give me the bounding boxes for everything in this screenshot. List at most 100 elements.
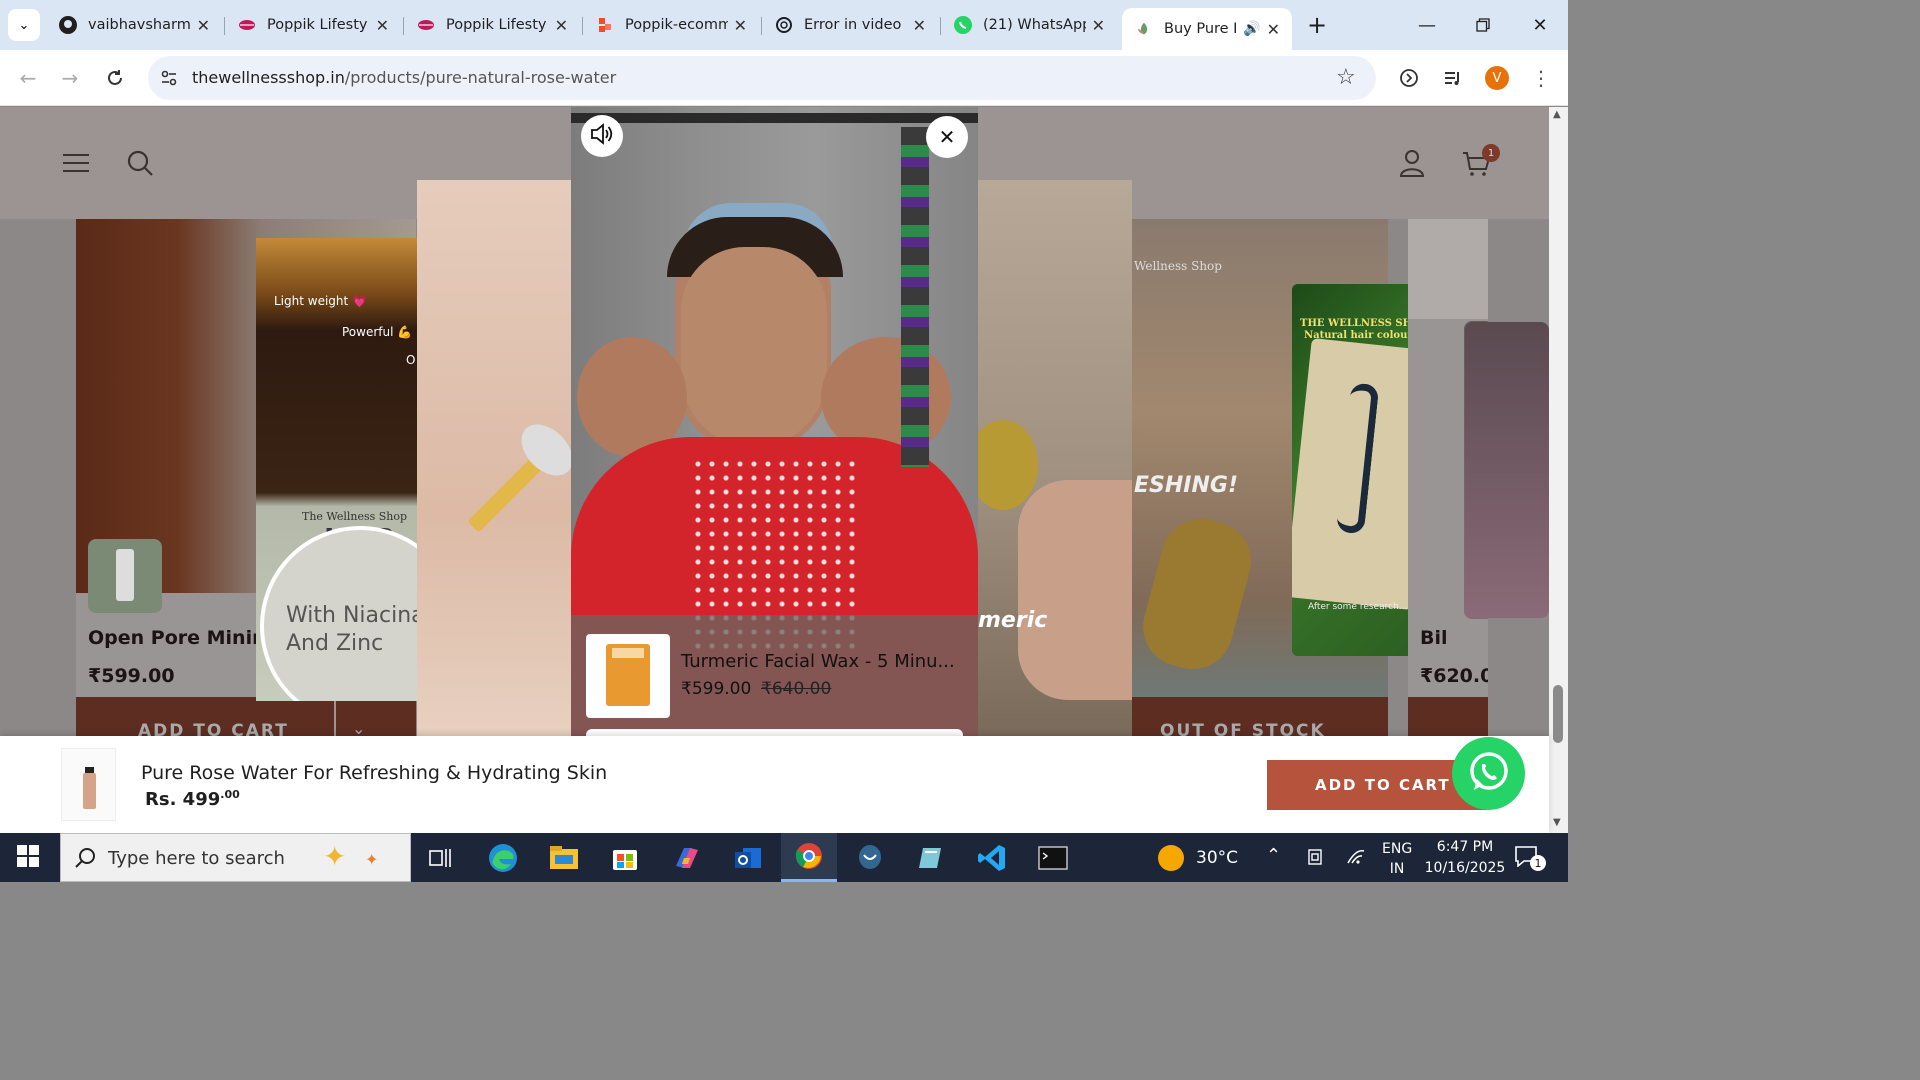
new-tab-button[interactable]: +: [1302, 10, 1332, 40]
forward-button[interactable]: →: [56, 64, 84, 92]
modal-product-title[interactable]: Turmeric Facial Wax - 5 Minu...: [681, 651, 955, 672]
vscode-icon[interactable]: [964, 833, 1020, 882]
close-icon[interactable]: ✕: [913, 16, 926, 35]
page-scrollbar[interactable]: ▲ ▼: [1549, 107, 1568, 833]
chrome-icon[interactable]: [781, 833, 837, 882]
curtain-rod: [571, 113, 978, 123]
search-icon[interactable]: [126, 149, 154, 181]
add-to-cart-button[interactable]: ADD TO CART: [76, 697, 334, 736]
chevron-down-icon: ⌄: [18, 17, 30, 33]
weather-widget[interactable]: 30°C: [1158, 843, 1238, 873]
outlook-icon[interactable]: [720, 833, 776, 882]
sticky-product-price: Rs. 499.00: [145, 788, 240, 810]
overlay-text: Light weight 💗: [274, 294, 367, 308]
cart-count-badge: 1: [1482, 144, 1500, 162]
task-view-icon[interactable]: [412, 833, 468, 882]
modal-product-price: ₹599.00: [681, 679, 752, 699]
region-code: IN: [1389, 861, 1405, 877]
notes-app-icon[interactable]: [903, 833, 959, 882]
modal-compare-price: ₹640.00: [761, 679, 832, 699]
whatsapp-chat-button[interactable]: [1452, 737, 1525, 810]
close-icon[interactable]: ✕: [555, 16, 568, 35]
scrollbar-thumb[interactable]: [1553, 685, 1563, 743]
tab-poppik-ecomm[interactable]: Poppik-ecomm ✕: [583, 8, 759, 42]
wifi-icon[interactable]: [1346, 847, 1366, 869]
mute-button[interactable]: [581, 115, 623, 157]
browser-tab-strip: ⌄ vaibhavsharm ✕ Poppik Lifesty ✕ Poppik…: [0, 0, 1568, 50]
speaker-icon[interactable]: 🔊: [1243, 21, 1260, 37]
device-icon[interactable]: [1306, 848, 1324, 870]
extension-icon[interactable]: [1395, 64, 1423, 92]
video-card[interactable]: meric: [978, 180, 1132, 736]
close-icon[interactable]: ✕: [734, 16, 747, 35]
site-info-icon[interactable]: [160, 69, 178, 91]
video-card[interactable]: Light weight 💗 Powerful 💪 O The Wellness…: [256, 238, 418, 701]
taskbar-search-box[interactable]: Type here to search ✦ ✦: [60, 833, 411, 882]
close-icon[interactable]: ✕: [1267, 20, 1280, 39]
url-domain: thewellnessshop.in: [192, 68, 345, 87]
sticky-product-title: Pure Rose Water For Refreshing & Hydrati…: [141, 762, 608, 784]
file-explorer-icon[interactable]: [536, 833, 592, 882]
scroll-down-arrow-icon[interactable]: ▼: [1553, 817, 1561, 828]
leaf-icon: [1134, 19, 1154, 39]
modal-cta-button[interactable]: [586, 729, 963, 736]
scroll-up-arrow-icon[interactable]: ▲: [1553, 109, 1561, 120]
media-control-icon[interactable]: [1439, 64, 1467, 92]
product-image: [1408, 219, 1488, 319]
add-to-cart-button[interactable]: [1408, 697, 1488, 736]
restore-button[interactable]: [1463, 10, 1503, 40]
tab-poppik-2[interactable]: Poppik Lifesty ✕: [404, 8, 580, 42]
back-button[interactable]: ←: [14, 64, 42, 92]
product-thumbnail: [61, 748, 116, 821]
video-card[interactable]: [1465, 322, 1549, 618]
product-price: ₹599.00: [88, 665, 175, 687]
edge-icon[interactable]: [475, 833, 531, 882]
notification-center-button[interactable]: 1: [1514, 845, 1546, 871]
web-page: 1 Open Pore Minimis ₹599.00 ADD TO CART …: [0, 107, 1549, 736]
show-hidden-icons-chevron-icon[interactable]: ⌃: [1266, 845, 1281, 866]
tab-chatgpt[interactable]: Error in video ✕: [762, 8, 938, 42]
whatsapp-icon: [1466, 749, 1512, 799]
url-text: thewellnessshop.in/products/pure-natural…: [192, 68, 616, 87]
tab-whatsapp[interactable]: (21) WhatsApp ✕: [941, 8, 1117, 42]
hamburger-menu-icon[interactable]: [62, 151, 90, 179]
profile-avatar[interactable]: V: [1485, 66, 1509, 90]
postgres-icon[interactable]: [842, 833, 898, 882]
tab-poppik-1[interactable]: Poppik Lifesty ✕: [225, 8, 401, 42]
address-bar[interactable]: thewellnessshop.in/products/pure-natural…: [148, 56, 1376, 100]
close-icon[interactable]: ✕: [376, 16, 389, 35]
start-button[interactable]: [0, 833, 56, 882]
close-window-button[interactable]: ✕: [1520, 10, 1560, 40]
lips-icon: [237, 15, 257, 35]
video-card[interactable]: [417, 180, 573, 736]
language-code: ENG: [1382, 841, 1413, 857]
tab-title: Poppik-ecomm: [625, 17, 728, 33]
browser-menu-icon[interactable]: ⋮: [1527, 64, 1555, 92]
video-caption: After some research...: [1308, 602, 1408, 612]
microsoft-store-icon[interactable]: [597, 833, 653, 882]
product-thumbnail: [586, 634, 670, 718]
minimize-button[interactable]: —: [1407, 10, 1447, 40]
bookmark-star-icon[interactable]: ☆: [1336, 65, 1356, 90]
modal-product-bar[interactable]: Turmeric Facial Wax - 5 Minu... ₹599.00 …: [571, 615, 978, 736]
tab-github[interactable]: vaibhavsharm ✕: [46, 8, 222, 42]
terminal-icon[interactable]: [1025, 833, 1081, 882]
language-indicator[interactable]: ENG IN: [1382, 839, 1412, 879]
figma-like-icon: [595, 15, 615, 35]
close-icon[interactable]: ✕: [1092, 16, 1105, 35]
chatgpt-icon: [774, 15, 794, 35]
video-modal[interactable]: ✕ Turmeric Facial Wax - 5 Minu... ₹599.0…: [571, 107, 978, 736]
product-title[interactable]: Bil: [1420, 627, 1448, 649]
out-of-stock-button[interactable]: OUT OF STOCK: [1132, 697, 1388, 736]
tab-search-button[interactable]: ⌄: [8, 9, 40, 41]
variant-dropdown-button[interactable]: ⌄: [336, 697, 416, 736]
price-cents: .00: [220, 788, 240, 801]
close-icon[interactable]: ✕: [197, 16, 210, 35]
clock[interactable]: 6:47 PM 10/16/2025: [1420, 837, 1510, 879]
reload-button[interactable]: [101, 64, 129, 92]
account-icon[interactable]: [1399, 149, 1425, 181]
close-modal-button[interactable]: ✕: [926, 116, 968, 158]
chevron-down-icon: ⌄: [352, 719, 366, 736]
tab-wellness-shop-active[interactable]: Buy Pure I 🔊 ✕: [1122, 8, 1292, 50]
copilot-icon[interactable]: [659, 833, 715, 882]
